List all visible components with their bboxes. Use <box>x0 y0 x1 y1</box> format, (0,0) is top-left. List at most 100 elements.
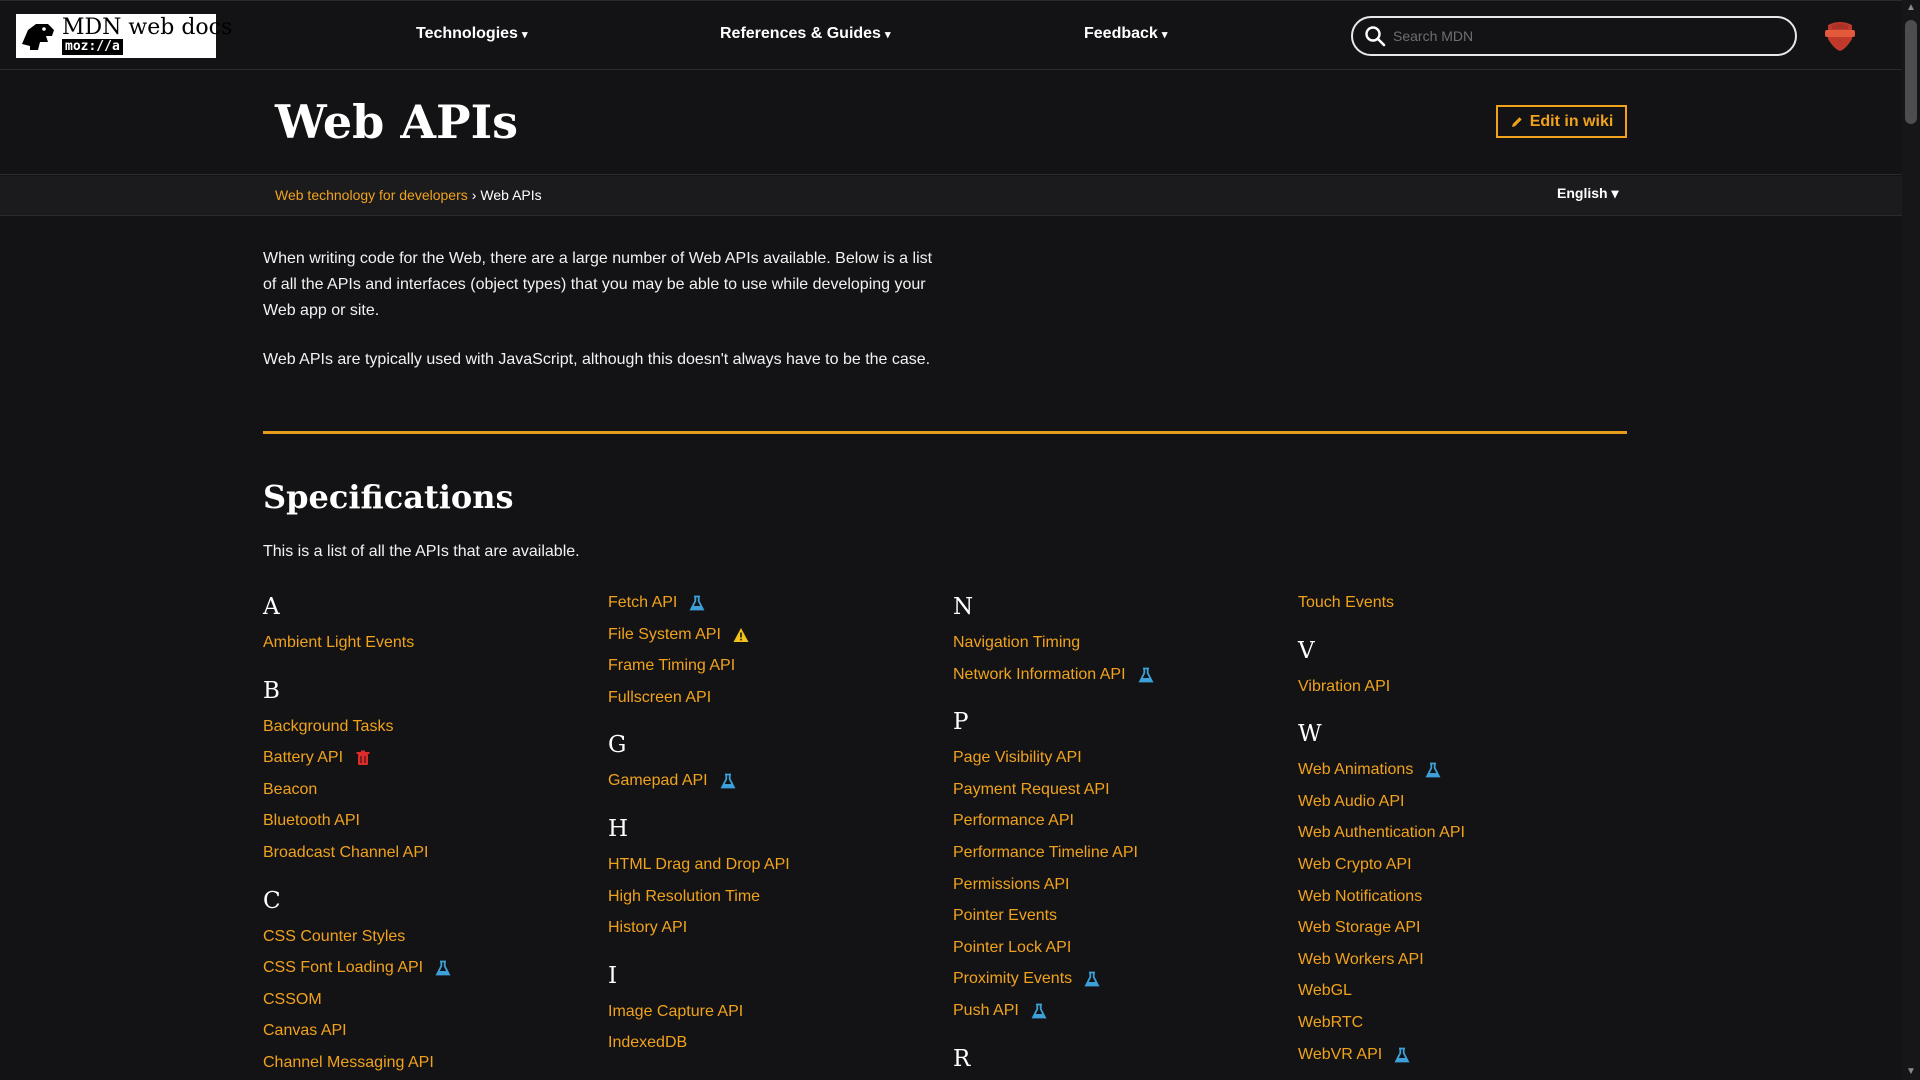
chevron-down-icon: ▾ <box>521 29 528 41</box>
letter-heading: A <box>263 594 280 620</box>
experimental-icon <box>435 960 451 976</box>
api-link[interactable]: Web Animations <box>1298 761 1441 779</box>
mozilla-wordmark: moz://a <box>62 39 123 55</box>
api-link[interactable]: WebVR API <box>1298 1046 1410 1064</box>
api-link-label: Broadcast Channel API <box>263 844 429 861</box>
breadcrumb-bar: Web technology for developers › Web APIs E… <box>0 176 1902 216</box>
search-input[interactable] <box>1393 28 1795 44</box>
api-link[interactable]: Fetch API <box>608 594 705 612</box>
breadcrumb-parent-link[interactable]: Web technology for developers <box>275 187 468 203</box>
logo-title: MDN web docs <box>62 15 233 40</box>
api-link[interactable]: Beacon <box>263 781 317 799</box>
api-link[interactable]: HTML Drag and Drop API <box>608 856 790 874</box>
intro-paragraph: Web APIs are typically used with JavaScr… <box>263 351 931 368</box>
api-link[interactable]: Bluetooth API <box>263 812 360 830</box>
api-link-label: Ambient Light Events <box>263 634 415 651</box>
scrollbar-thumb[interactable] <box>1905 20 1917 124</box>
nav-feedback-label: Feedback <box>1084 25 1158 42</box>
api-link[interactable]: Background Tasks <box>263 718 393 736</box>
api-link-label: HTML Drag and Drop API <box>608 856 790 873</box>
search-box <box>1351 16 1797 56</box>
api-link-label: Web Notifications <box>1298 887 1423 905</box>
search-icon[interactable] <box>1363 24 1387 48</box>
api-link[interactable]: CSS Font Loading API <box>263 959 451 977</box>
api-link[interactable]: Web Storage API <box>1298 919 1420 937</box>
api-link[interactable]: Web Authentication API <box>1298 824 1465 842</box>
api-link-label: WebGL <box>1298 982 1352 1000</box>
api-link[interactable]: CSS Counter Styles <box>263 928 405 946</box>
api-link[interactable]: WebRTC <box>1298 1014 1363 1032</box>
api-link-label: Web Crypto API <box>1298 856 1412 873</box>
letter-heading: I <box>608 962 618 989</box>
page-header: Web APIs Edit in wiki <box>0 71 1902 175</box>
api-link[interactable]: File System API <box>608 626 749 644</box>
scroll-down-arrow-icon[interactable]: ▼ <box>1902 1064 1920 1080</box>
api-link[interactable]: Web Crypto API <box>1298 856 1412 874</box>
api-link[interactable]: Web Notifications <box>1298 888 1422 906</box>
nav-references-guides[interactable]: References & Guides ▾ <box>720 25 890 43</box>
api-link-label: Page Visibility API <box>953 749 1082 767</box>
letter-heading: C <box>263 887 281 914</box>
nav-feedback[interactable]: Feedback ▾ <box>1084 25 1167 43</box>
api-link-label: File System API <box>608 625 721 643</box>
api-link-label: WebRTC <box>1298 1014 1364 1031</box>
experimental-icon <box>1084 971 1100 987</box>
deprecated-icon <box>356 750 370 766</box>
api-link[interactable]: Broadcast Channel API <box>263 844 428 862</box>
api-link[interactable]: History API <box>608 919 687 937</box>
breadcrumb-current: Web APIs <box>480 187 542 203</box>
api-link[interactable]: Battery API <box>263 749 371 767</box>
page-title: Web APIs <box>275 95 519 149</box>
api-link-label: Channel Messaging API <box>263 1054 434 1071</box>
api-link[interactable]: High Resolution Time <box>608 888 760 906</box>
api-link[interactable]: Pointer Lock API <box>953 939 1071 957</box>
api-link-label: Web Storage API <box>1298 919 1421 937</box>
api-link[interactable]: Page Visibility API <box>953 749 1082 767</box>
api-link[interactable]: Payment Request API <box>953 781 1110 799</box>
scroll-up-arrow-icon[interactable]: ▲ <box>1902 0 1920 16</box>
api-link[interactable]: Permissions API <box>953 876 1069 894</box>
api-link[interactable]: Image Capture API <box>608 1003 743 1021</box>
scrollbar[interactable]: ▲ ▼ <box>1902 0 1920 1080</box>
api-link[interactable]: Web Audio API <box>1298 793 1404 811</box>
api-link-label: Permissions API <box>953 875 1070 893</box>
api-link-label: Web Audio API <box>1298 792 1405 810</box>
api-link[interactable]: Proximity Events <box>953 970 1100 988</box>
api-link[interactable]: Pointer Events <box>953 907 1057 925</box>
language-selector[interactable]: English ▾ <box>1557 185 1618 202</box>
api-link[interactable]: Touch Events <box>1298 594 1394 612</box>
edit-in-wiki-button[interactable]: Edit in wiki <box>1496 105 1627 138</box>
breadcrumb-separator: › <box>471 187 477 203</box>
nav-references-label: References & Guides <box>720 25 881 42</box>
api-link[interactable]: Ambient Light Events <box>263 634 414 652</box>
api-link[interactable]: Web Workers API <box>1298 951 1424 969</box>
api-link-label: Battery API <box>263 749 344 767</box>
api-link-label: Pointer Events <box>953 907 1058 925</box>
api-link-label: CSSOM <box>263 990 322 1008</box>
api-link[interactable]: Fullscreen API <box>608 689 711 707</box>
api-link-label: Payment Request API <box>953 780 1110 798</box>
mdn-logo[interactable]: MDN web docs moz://a <box>16 14 232 58</box>
pencil-icon <box>1511 116 1522 127</box>
nav-technologies[interactable]: Technologies ▾ <box>416 25 527 43</box>
chevron-down-icon: ▾ <box>1161 29 1168 41</box>
api-link[interactable]: WebGL <box>1298 982 1352 1000</box>
letter-heading: R <box>953 1045 971 1072</box>
api-link-label: Performance API <box>953 812 1074 830</box>
api-link[interactable]: Push API <box>953 1002 1047 1020</box>
api-link[interactable]: Frame Timing API <box>608 657 735 675</box>
edit-in-wiki-label: Edit in wiki <box>1529 112 1614 130</box>
api-link-label: Web Workers API <box>1298 950 1424 968</box>
api-link[interactable]: Performance Timeline API <box>953 844 1138 862</box>
api-link[interactable]: CSSOM <box>263 991 322 1009</box>
api-link[interactable]: Canvas API <box>263 1022 347 1040</box>
avatar[interactable] <box>1822 17 1858 53</box>
api-link[interactable]: Navigation Timing <box>953 634 1080 652</box>
experimental-icon <box>1031 1003 1047 1019</box>
api-link[interactable]: Gamepad API <box>608 772 736 790</box>
api-link[interactable]: Vibration API <box>1298 678 1390 696</box>
api-link[interactable]: IndexedDB <box>608 1034 687 1052</box>
api-link[interactable]: Performance API <box>953 812 1074 830</box>
api-link[interactable]: Network Information API <box>953 666 1154 684</box>
api-link[interactable]: Channel Messaging API <box>263 1054 434 1072</box>
